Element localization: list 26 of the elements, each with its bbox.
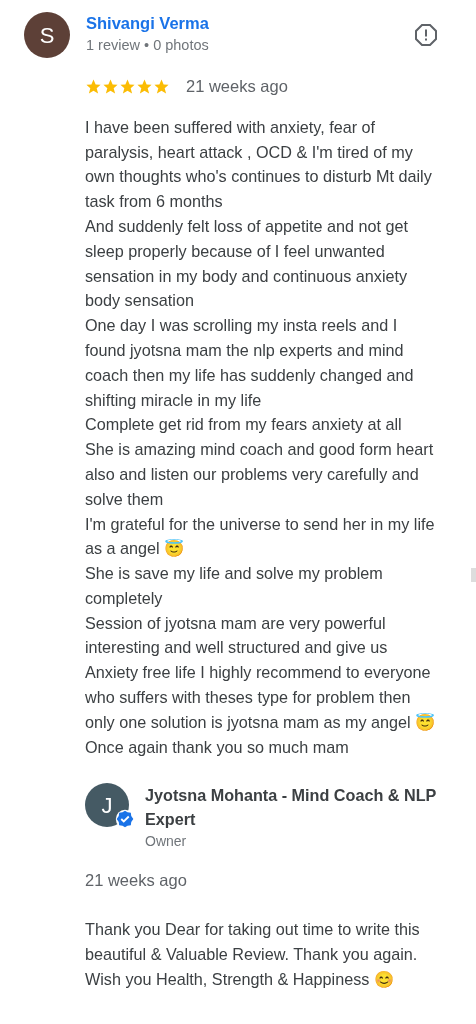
reviewer-stats: 1 review • 0 photos — [86, 35, 210, 55]
star-icon — [85, 77, 102, 95]
report-icon[interactable] — [414, 23, 438, 47]
reply-date: 21 weeks ago — [85, 870, 188, 892]
star-icon — [119, 77, 136, 95]
reviewer-name[interactable]: Shivangi Verma — [86, 13, 398, 35]
user-avatar[interactable]: S — [24, 12, 70, 58]
review-date: 21 weeks ago — [186, 76, 288, 97]
scrollbar-thumb[interactable] — [471, 568, 476, 582]
review-text: I'm grateful for the universe to send her in my life as a angel 😇 — [85, 513, 436, 560]
star-icon — [102, 77, 119, 95]
owner-avatar: J — [85, 783, 129, 828]
review-text: One day I was scrolling my insta reels and I found jyotsna mam the nlp experts and mind coach then my life has suddenly changed and shifting miracle in my life — [85, 315, 415, 411]
star-icon — [136, 77, 153, 95]
star-icon — [153, 77, 170, 95]
owner-label: Owner — [145, 832, 188, 852]
review-text: She is amazing mind coach and good form heart also and listen our problems very carefully and solve them — [85, 439, 435, 510]
reply-text: Thank you Dear for taking out time to write this beautiful & Valuable Review. Thank you again. Wish you Health, Strength & Happiness 😊 — [85, 919, 421, 990]
review-text: Complete get rid from my fears anxiety at all — [85, 414, 403, 436]
review-text: Once again thank you so much mam — [85, 736, 350, 758]
review-text: She is save my life and solve my problem completely — [85, 563, 384, 609]
review-text: Anxiety free life I highly recommend to everyone who suffers with theses type for problem then only one solution is jyotsna mam as my angel 😇 — [85, 662, 437, 733]
review-text: I have been suffered with anxiety, fear of paralysis, heart attack , OCD & I'm tired of my own thoughts who's continues to disturb Mt daily task from 6 months — [85, 116, 433, 213]
review-text: And suddenly felt loss of appetite and not get sleep properly because of I feel unwanted sensation in my body and continuous anxiety body sensation — [85, 215, 410, 312]
review-text: Session of jyotsna mam are very powerful interesting and well structured and give us — [85, 612, 389, 659]
owner-name: Jyotsna Mohanta - Mind Coach & NLP Expert — [145, 785, 438, 831]
